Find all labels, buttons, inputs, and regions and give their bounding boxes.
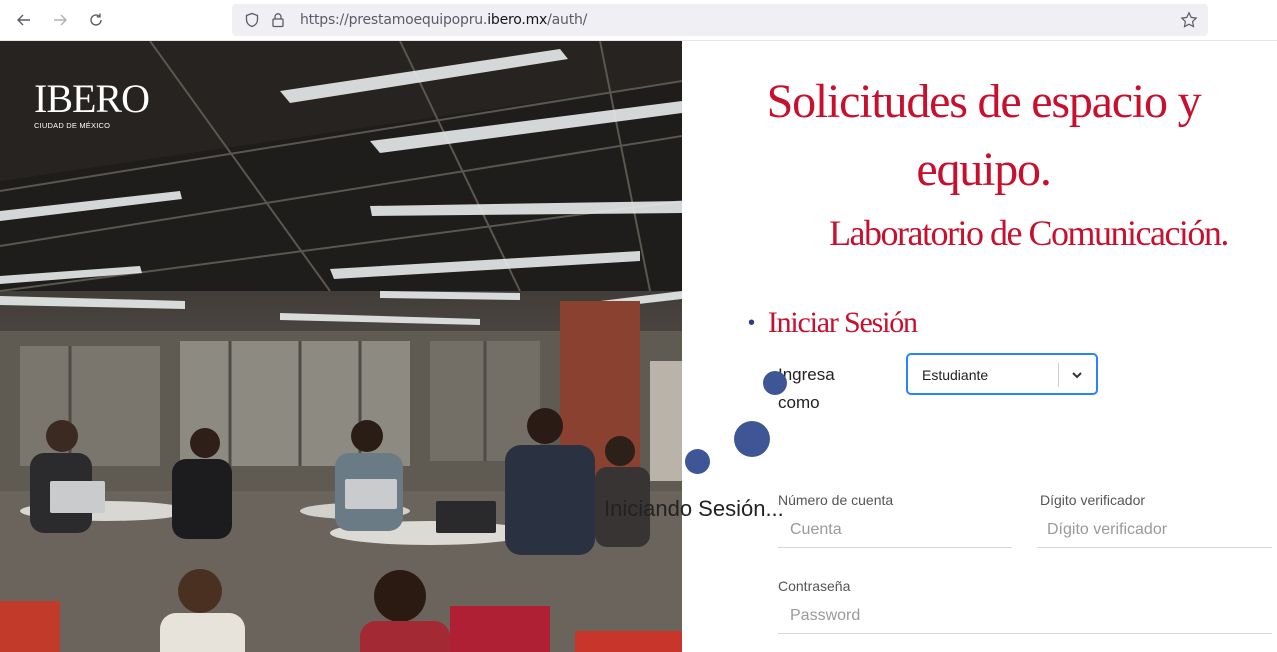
loading-text: Iniciando Sesión...: [604, 496, 784, 521]
page-title-line-2: equipo.: [916, 143, 1051, 196]
account-input[interactable]: [778, 512, 1012, 548]
hero-photo-illustration: [0, 41, 682, 652]
bookmark-star-icon[interactable]: [1180, 11, 1198, 29]
select-separator: [1058, 363, 1059, 387]
password-label: Contraseña: [778, 578, 851, 594]
account-label: Número de cuenta: [778, 492, 894, 508]
login-heading-text: Iniciar Sesión: [767, 306, 918, 339]
hero-photo: IBERO CIUDAD DE MÉXICO: [0, 41, 682, 652]
spinner-dot: [685, 449, 710, 474]
logo-word: IBERO: [34, 76, 150, 121]
reload-icon[interactable]: [82, 6, 110, 34]
shield-icon[interactable]: [244, 12, 260, 28]
spinner-dot: [763, 371, 787, 395]
back-arrow-icon[interactable]: [10, 6, 38, 34]
check-digit-input[interactable]: [1037, 512, 1272, 548]
address-bar[interactable]: https://prestamoequipopru.ibero.mx/auth/: [232, 4, 1208, 36]
chevron-down-icon[interactable]: [1068, 366, 1086, 384]
lock-icon[interactable]: [270, 12, 286, 28]
page-subtitle: Laboratorio de Comunicación.: [829, 213, 1229, 253]
role-select-value[interactable]: Estudiante: [922, 367, 988, 383]
bullet-icon: •: [748, 311, 755, 334]
logo-subtitle: CIUDAD DE MÉXICO: [34, 121, 111, 130]
forward-arrow-icon[interactable]: [46, 6, 74, 34]
url-text[interactable]: https://prestamoequipopru.ibero.mx/auth/: [300, 12, 587, 28]
password-input[interactable]: [778, 598, 1272, 634]
check-digit-label: Dígito verificador: [1040, 492, 1146, 508]
ibero-logo: IBERO CIUDAD DE MÉXICO: [34, 76, 150, 131]
browser-toolbar: https://prestamoequipopru.ibero.mx/auth/: [0, 0, 1277, 41]
role-label: Ingresa como: [778, 365, 835, 412]
page-title: Solicitudes de espacio y equipo.: [690, 68, 1277, 204]
spinner-dot: [734, 421, 770, 457]
page-title-line-1: Solicitudes de espacio y: [766, 75, 1202, 128]
login-heading: • Iniciar Sesión: [748, 306, 918, 340]
role-select[interactable]: Estudiante: [907, 354, 1097, 394]
